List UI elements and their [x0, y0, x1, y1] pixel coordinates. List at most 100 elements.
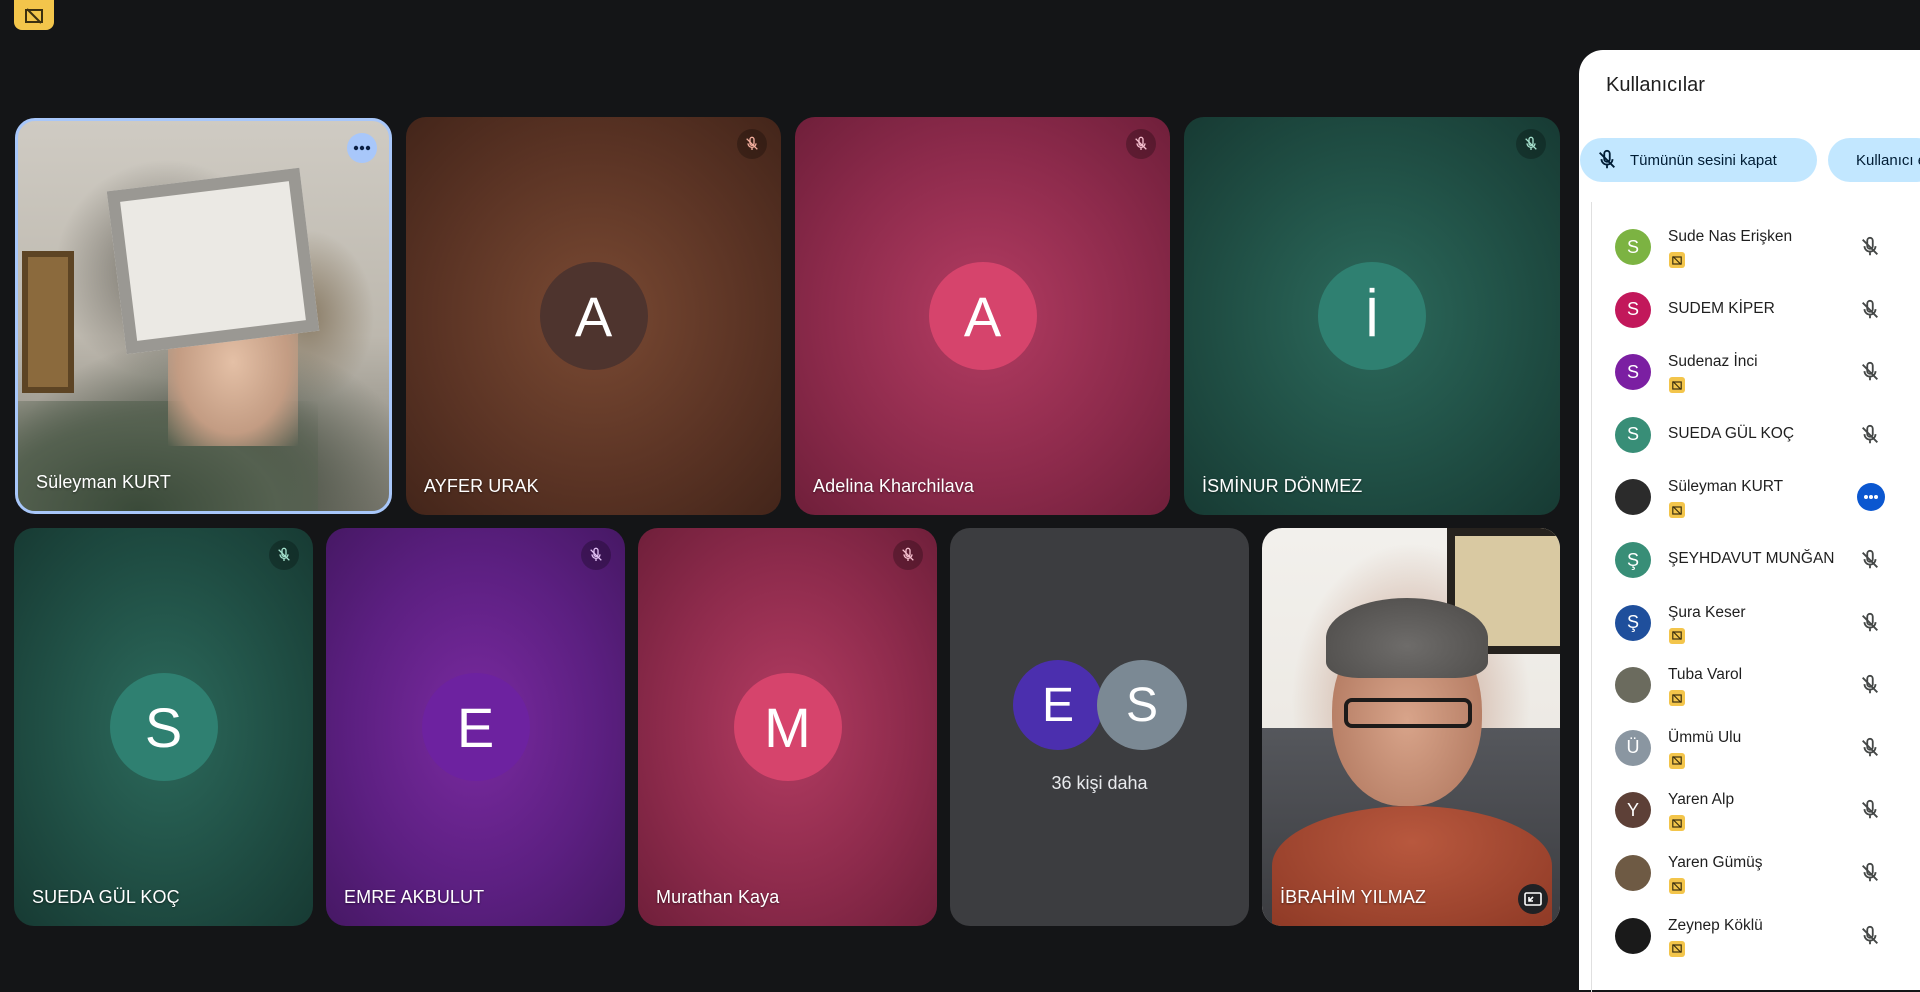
video-hair — [1326, 598, 1488, 678]
camera-off-badge — [1669, 502, 1685, 519]
no-camera-icon — [1672, 756, 1682, 766]
participant-name: Sude Nas Erişken — [1668, 228, 1793, 245]
camera-off-badge — [1669, 815, 1685, 832]
add-people-label: Kullanıcı ekle — [1856, 151, 1920, 169]
mic-off-icon — [1599, 149, 1615, 169]
mic-off-icon — [1862, 612, 1878, 631]
participant-tile-isminur[interactable]: İ İSMİNUR DÖNMEZ — [1184, 117, 1560, 515]
mic-off-icon — [1862, 737, 1878, 757]
mute-button[interactable] — [1857, 797, 1883, 823]
more-participants-label: 36 kişi daha — [1051, 773, 1148, 793]
participant-tile-suleyman[interactable]: Süleyman KURT — [15, 118, 392, 514]
camera-off-badge — [1669, 627, 1685, 644]
muted-badge — [1126, 129, 1156, 159]
avatar: Y — [1615, 792, 1651, 829]
avatar: Ş — [1615, 542, 1651, 578]
camera-off-badge — [1669, 252, 1685, 268]
participants-panel: Kullanıcılar Tümünün sesini kapat Kullan… — [1579, 50, 1920, 992]
no-camera-icon — [1672, 380, 1682, 390]
more-options-button[interactable] — [1857, 483, 1885, 512]
mic-off-icon — [1862, 862, 1878, 882]
participant-row[interactable]: Ü Ümmü Ulu — [1579, 716, 1920, 778]
muted-badge — [893, 540, 923, 570]
mic-off-icon — [1862, 362, 1878, 381]
avatar: S — [1615, 291, 1651, 328]
avatar — [1615, 479, 1651, 516]
mute-button[interactable] — [1857, 422, 1883, 448]
mic-off-icon — [1862, 675, 1878, 694]
overflow-participants-tile[interactable]: E S 36 kişi daha — [950, 528, 1249, 926]
mute-button[interactable] — [1857, 234, 1883, 260]
overflow-avatar-group: E S — [1013, 660, 1197, 750]
muted-badge — [581, 540, 611, 570]
video-paper — [106, 167, 320, 355]
mute-button[interactable] — [1857, 672, 1883, 698]
participant-tile-adelina[interactable]: A Adelina Kharchilava — [795, 117, 1170, 515]
mute-button[interactable] — [1857, 297, 1883, 323]
avatar — [1615, 917, 1651, 954]
mute-button[interactable] — [1857, 735, 1883, 761]
participant-row[interactable]: S Sudenaz İnci — [1579, 340, 1920, 402]
camera-off-badge — [1669, 690, 1685, 707]
muted-badge — [269, 540, 299, 570]
camera-off-badge — [1669, 878, 1685, 894]
picture-in-picture-icon — [1524, 892, 1542, 906]
participant-row[interactable]: Ş Şura Keser — [1579, 591, 1920, 653]
mute-button[interactable] — [1857, 923, 1883, 949]
participant-row[interactable]: S Sude Nas Erişken — [1579, 215, 1920, 277]
camera-off-badge — [1669, 940, 1685, 957]
participant-row[interactable]: Tuba Varol — [1579, 653, 1920, 715]
no-camera-icon — [1672, 505, 1682, 515]
mute-button[interactable] — [1857, 860, 1883, 886]
participant-row[interactable]: Y Yaren Alp — [1579, 778, 1920, 840]
participant-tile-ibrahim[interactable]: İBRAHİM YILMAZ — [1262, 528, 1560, 926]
avatar: A — [539, 262, 648, 370]
no-camera-icon — [1672, 631, 1682, 641]
participant-tile-emre[interactable]: E EMRE AKBULUT — [326, 528, 625, 926]
avatar: S — [1615, 229, 1651, 265]
avatar: S — [1097, 660, 1187, 750]
participant-name: Yaren Alp — [1668, 791, 1735, 809]
mute-all-label: Tümünün sesini kapat — [1630, 151, 1777, 169]
mic-off-icon — [278, 547, 290, 561]
mic-off-icon — [1862, 236, 1878, 256]
participant-row[interactable]: Zeynep Köklü — [1579, 904, 1920, 966]
participant-name: İBRAHİM YILMAZ — [1280, 887, 1427, 907]
avatar: Ş — [1615, 604, 1651, 641]
mute-button[interactable] — [1857, 547, 1883, 573]
participant-name: EMRE AKBULUT — [344, 887, 485, 907]
mic-off-icon — [1862, 925, 1878, 944]
participant-name: AYFER URAK — [424, 476, 539, 496]
participant-name: SUEDA GÜL KOÇ — [1668, 424, 1795, 442]
participant-row[interactable]: S SUDEM KİPER — [1579, 278, 1920, 340]
mic-off-icon — [1862, 549, 1878, 569]
participant-row[interactable]: Süleyman KURT — [1579, 465, 1920, 527]
participant-tile-sueda[interactable]: S SUEDA GÜL KOÇ — [14, 528, 313, 926]
no-camera-icon — [1672, 818, 1682, 828]
mute-all-button[interactable]: Tümünün sesini kapat — [1580, 138, 1817, 182]
participant-name: Ümmü Ulu — [1668, 728, 1742, 746]
mute-button[interactable] — [1857, 359, 1883, 385]
avatar: E — [1013, 660, 1103, 750]
participant-name: SUDEM KİPER — [1668, 299, 1775, 317]
mute-button[interactable] — [1857, 610, 1883, 636]
picture-in-picture-button[interactable] — [1518, 884, 1548, 914]
participant-tile-ayfer[interactable]: A AYFER URAK — [406, 117, 781, 515]
participant-tile-murathan[interactable]: M Murathan Kaya — [638, 528, 937, 926]
participant-row[interactable]: S SUEDA GÜL KOÇ — [1579, 403, 1920, 465]
mic-off-icon — [1525, 136, 1537, 150]
camera-off-badge — [1669, 752, 1685, 769]
no-camera-icon — [25, 8, 43, 24]
participant-name: SUEDA GÜL KOÇ — [32, 887, 180, 907]
corner-status-badge[interactable] — [14, 0, 54, 30]
add-people-button[interactable]: Kullanıcı ekle — [1828, 138, 1920, 182]
participant-name: Süleyman KURT — [1668, 478, 1784, 496]
more-options-button[interactable] — [347, 133, 377, 163]
participant-name: İSMİNUR DÖNMEZ — [1202, 476, 1363, 496]
participant-row[interactable]: Yaren Gümüş — [1579, 841, 1920, 903]
avatar — [1615, 855, 1651, 891]
avatar — [1615, 667, 1651, 704]
participant-row[interactable]: Ş ŞEYHDAVUT MUNĞAN — [1579, 528, 1920, 590]
avatar: A — [928, 262, 1037, 370]
mic-off-icon — [1862, 424, 1878, 444]
